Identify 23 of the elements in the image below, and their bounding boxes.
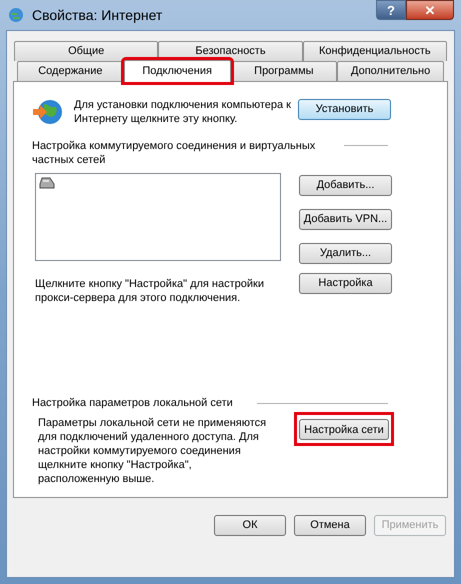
lan-settings-button[interactable]: Настройка сети (299, 419, 389, 440)
lan-heading: Настройка параметров локальной сети (32, 396, 233, 411)
tab[interactable]: Содержание (17, 61, 124, 81)
setup-text: Для установки подключения компьютера к Интернету щелкните эту кнопку. (74, 98, 292, 126)
dialup-button[interactable]: Добавить VPN... (299, 208, 392, 230)
lan-text: Параметры локальной сети не применяются для подключений удаленного доступа. Для настройки коммутируемого соединения щелкните кнопку "Настройка", расположенную выше. (38, 416, 268, 486)
globe-arrow-icon (32, 98, 64, 126)
modem-icon (39, 177, 55, 189)
tab[interactable]: Общие (14, 41, 158, 61)
tab[interactable]: Дополнительно (337, 61, 444, 81)
dialog-button[interactable]: ОК (214, 515, 286, 536)
tab[interactable]: Безопасность (158, 41, 303, 61)
tab[interactable]: Конфиденциальность (302, 41, 447, 61)
proxy-text: Щелкните кнопку "Настройка" для настройки прокси-сервера для этого подключения. (35, 277, 265, 305)
dialup-button[interactable]: Удалить... (299, 242, 392, 264)
dialup-button[interactable]: Добавить... (299, 174, 392, 196)
dialog-button[interactable]: Отмена (294, 515, 366, 536)
setup-button[interactable]: Установить (298, 98, 391, 120)
window-title: Свойства: Интернет (32, 6, 162, 25)
connections-list[interactable] (35, 173, 281, 261)
help-button[interactable]: ? (376, 0, 406, 20)
dialup-heading: Настройка коммутируемого соединения и виртуальных частных сетей (32, 139, 316, 167)
settings-button[interactable]: Настройка (299, 272, 392, 294)
